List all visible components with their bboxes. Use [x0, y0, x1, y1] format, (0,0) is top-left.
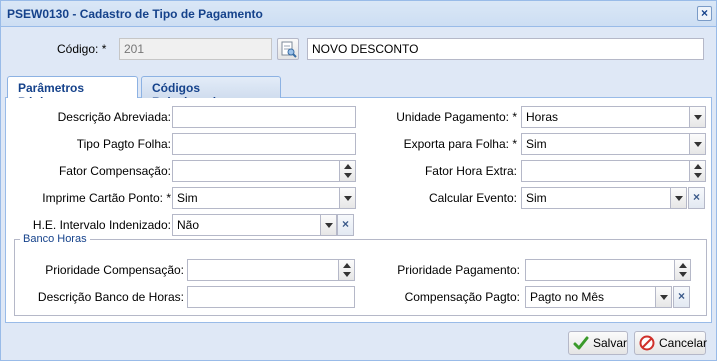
- prioridade-compensacao-label: Prioridade Compensação:: [45, 263, 184, 277]
- fator-hora-extra-input[interactable]: [521, 160, 706, 182]
- chevron-down-icon[interactable]: [689, 134, 705, 154]
- unidade-pagamento-select[interactable]: Horas: [521, 106, 706, 128]
- descricao-abreviada-input[interactable]: [172, 106, 356, 128]
- fator-compensacao-input[interactable]: [172, 160, 356, 182]
- tab-parametros-basicos[interactable]: Parâmetros Básicos: [7, 76, 138, 109]
- prioridade-pagamento-input[interactable]: [525, 259, 691, 281]
- descricao-abreviada-label: Descrição Abreviada:: [57, 110, 171, 124]
- chevron-down-icon[interactable]: [339, 188, 355, 208]
- fator-hora-extra-label: Fator Hora Extra:: [424, 164, 517, 178]
- clear-icon[interactable]: ×: [673, 286, 690, 308]
- imprime-cartao-ponto-select[interactable]: Sim: [172, 187, 356, 209]
- tipo-pagto-folha-label: Tipo Pagto Folha:: [76, 137, 171, 151]
- title-bar: PSEW0130 - Cadastro de Tipo de Pagamento…: [1, 1, 716, 27]
- clear-icon[interactable]: ×: [337, 214, 354, 236]
- codigo-description-field[interactable]: NOVO DESCONTO: [307, 38, 704, 60]
- check-icon: [573, 336, 589, 350]
- unidade-pagamento-label: Unidade Pagamento: *: [396, 110, 517, 124]
- close-icon[interactable]: ×: [697, 6, 712, 21]
- dialog-window: PSEW0130 - Cadastro de Tipo de Pagamento…: [0, 0, 717, 361]
- tab-codigos-relacionados[interactable]: Códigos Relacionados: [141, 76, 281, 109]
- calcular-evento-select[interactable]: Sim: [521, 187, 687, 209]
- banco-horas-legend: Banco Horas: [20, 233, 90, 245]
- fator-compensacao-label: Fator Compensação:: [58, 164, 171, 178]
- exporta-para-folha-label: Exporta para Folha: *: [403, 137, 517, 151]
- descricao-banco-horas-input[interactable]: [187, 286, 355, 308]
- cancel-icon: [639, 335, 655, 351]
- compensacao-pagto-label: Compensação Pagto:: [404, 290, 520, 304]
- window-title: PSEW0130 - Cadastro de Tipo de Pagamento: [7, 7, 263, 21]
- lookup-icon[interactable]: [277, 38, 299, 60]
- imprime-cartao-ponto-label: Imprime Cartão Ponto: *: [42, 191, 171, 205]
- chevron-down-icon[interactable]: [320, 215, 336, 235]
- calcular-evento-label: Calcular Evento:: [428, 191, 517, 205]
- chevron-down-icon[interactable]: [670, 188, 686, 208]
- chevron-down-icon[interactable]: [689, 107, 705, 127]
- compensacao-pagto-select[interactable]: Pagto no Mês: [525, 286, 672, 308]
- tab-panel: Descrição Abreviada: Tipo Pagto Folha: F…: [5, 98, 712, 323]
- fator-compensacao-spinner[interactable]: [339, 161, 355, 181]
- fator-hora-extra-spinner[interactable]: [689, 161, 705, 181]
- prioridade-compensacao-spinner[interactable]: [338, 260, 354, 280]
- clear-icon[interactable]: ×: [688, 187, 705, 209]
- prioridade-pagamento-label: Prioridade Pagamento:: [397, 263, 520, 277]
- chevron-down-icon[interactable]: [655, 287, 671, 307]
- tipo-pagto-folha-input[interactable]: [172, 133, 356, 155]
- exporta-para-folha-select[interactable]: Sim: [521, 133, 706, 155]
- save-button[interactable]: Salvar: [568, 331, 628, 355]
- he-intervalo-indenizado-label: H.E. Intervalo Indenizado:: [32, 218, 171, 232]
- cancel-button[interactable]: Cancelar: [634, 331, 707, 355]
- he-intervalo-indenizado-select[interactable]: Não: [172, 214, 337, 236]
- descricao-banco-horas-label: Descrição Banco de Horas:: [37, 290, 184, 304]
- prioridade-pagamento-spinner[interactable]: [674, 260, 690, 280]
- codigo-field: 201: [119, 38, 272, 60]
- tab-strip: Parâmetros Básicos Códigos Relacionados: [5, 73, 712, 109]
- codigo-label: Código: *: [57, 42, 107, 56]
- prioridade-compensacao-input[interactable]: [187, 259, 355, 281]
